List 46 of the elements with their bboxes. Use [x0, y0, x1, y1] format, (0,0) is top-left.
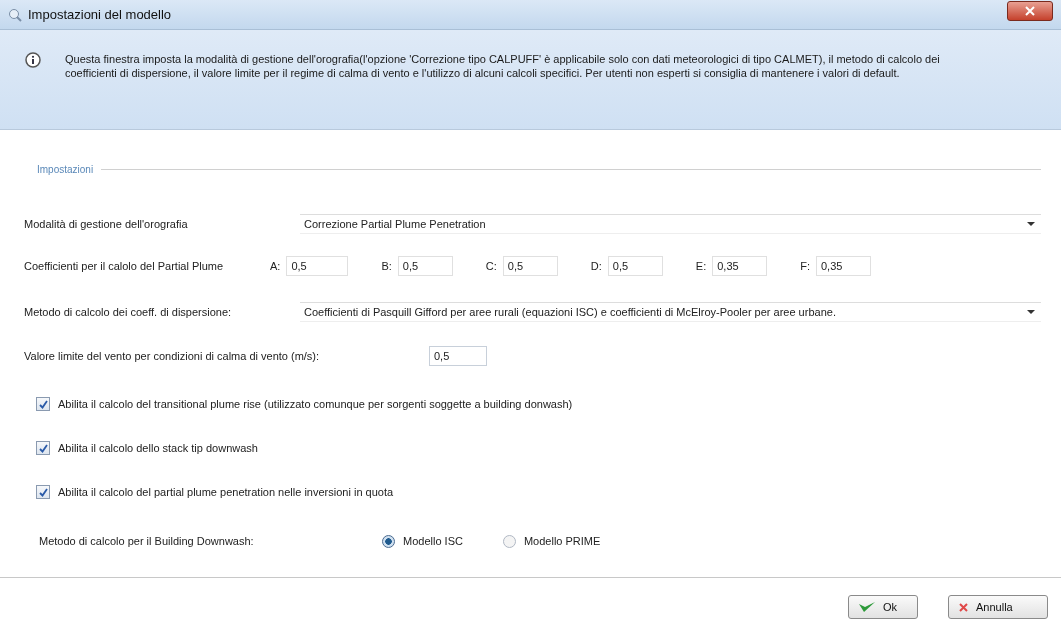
input-field[interactable]: 0,5	[429, 346, 487, 366]
checkbox-label: Abilita il calcolo dello stack tip downwash	[58, 442, 258, 454]
checkmark-icon	[38, 399, 48, 409]
checkbox-box[interactable]	[36, 397, 50, 411]
dropdown-arrow-icon	[1027, 222, 1035, 226]
close-icon	[1025, 5, 1035, 16]
field-label: B:	[381, 260, 392, 272]
radio-indicator[interactable]	[502, 534, 516, 548]
ok-button[interactable]: Ok	[848, 595, 918, 619]
radio-button[interactable]: Modello ISC	[382, 534, 463, 548]
checkmark-icon	[859, 601, 875, 613]
input-field[interactable]: 0,5	[286, 256, 349, 276]
field-label: Coefficienti per il calolo del Partial Plume	[24, 260, 225, 272]
checkbox-box[interactable]	[36, 441, 50, 455]
input-field[interactable]: 0,5	[607, 256, 663, 276]
field-label: Metodo di calcolo per il Building Downwash:	[39, 535, 255, 547]
field-label: F:	[800, 260, 810, 272]
field-label: E:	[695, 260, 707, 272]
app-icon	[8, 7, 22, 22]
cross-icon	[959, 602, 968, 612]
window-title: Impostazioni del modello	[28, 7, 173, 22]
radio-indicator[interactable]	[382, 534, 395, 548]
checkbox-label: Abilita il calcolo del partial plume penetration nelle inversioni in quota	[58, 486, 394, 498]
field-label: A:	[270, 260, 281, 272]
input-field[interactable]: 0,35	[712, 256, 768, 276]
info-message: Questa finestra imposta la modalità di gestione dell'orografia(l'opzione 'Correzione tipo CALPUFF' è applicabile solo con dati meteorologici di tipo CALMET), il metodo di calcolo dei coefficienti di dispersione, il valore limite per il regime di calma di vento e l'utilizzo di alcuni calcoli specifici. Per utenti non esperti si consiglia di mantenere i valori di default.	[65, 52, 941, 80]
cancel-button[interactable]: Annulla	[948, 595, 1048, 619]
info-icon	[25, 52, 41, 68]
field-label: Metodo di calcolo dei coeff. di dispersione:	[24, 306, 233, 318]
checkmark-icon	[38, 487, 48, 497]
dropdown[interactable]: Correzione Partial Plume Penetration	[300, 214, 1041, 234]
input-field[interactable]: 0,35	[816, 256, 871, 276]
group-title: Impostazioni	[37, 164, 94, 175]
input-field[interactable]: 0,5	[397, 256, 453, 276]
field-label: C:	[485, 260, 497, 272]
checkmark-icon	[38, 443, 48, 453]
radio-button[interactable]: Modello PRIME	[502, 534, 601, 548]
checkbox-box[interactable]	[36, 485, 50, 499]
field-label: Modalità di gestione dell'orografia	[24, 218, 189, 230]
close-button[interactable]	[1007, 0, 1053, 21]
field-label: Valore limite del vento per condizioni di calma di vento (m/s):	[24, 350, 321, 362]
checkbox-label: Abilita il calcolo del transitional plume rise (utilizzato comunque per sorgenti soggette a building donwash)	[58, 398, 573, 410]
field-label: D:	[590, 260, 602, 272]
dropdown-arrow-icon	[1027, 310, 1035, 314]
input-field[interactable]: 0,5	[502, 256, 558, 276]
dropdown[interactable]: Coefficienti di Pasquill Gifford per aree rurali (equazioni ISC) e coefficienti di McElroy-Pooler per aree urbane.	[300, 302, 1041, 322]
